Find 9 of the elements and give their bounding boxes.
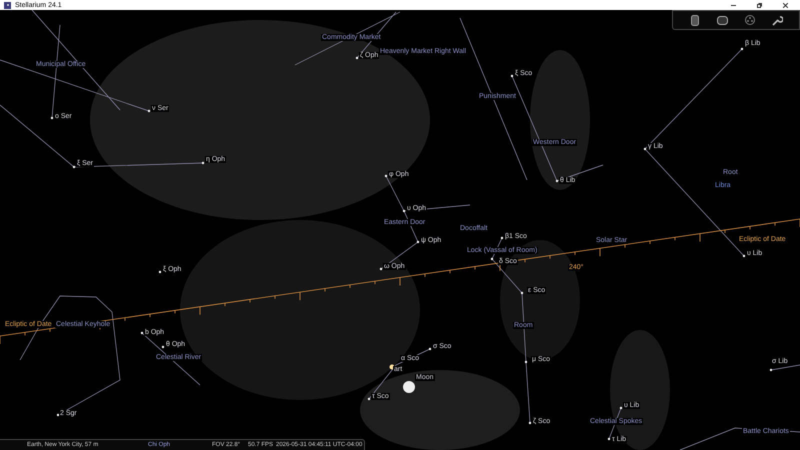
close-icon [782, 2, 788, 8]
restore-icon [756, 2, 762, 8]
wrench-icon [772, 14, 783, 26]
cylinder-icon [690, 14, 699, 26]
moon-disc [403, 381, 415, 393]
screen-icon [716, 16, 728, 24]
reel-icon [744, 15, 755, 25]
app-logo-icon [4, 2, 11, 8]
minimize-icon [730, 4, 736, 6]
